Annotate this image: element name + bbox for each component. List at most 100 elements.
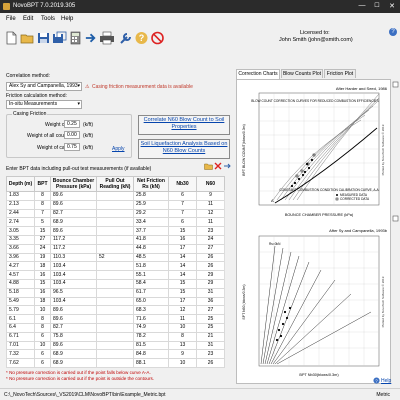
table-cell[interactable]: 89.6 (50, 340, 97, 351)
new-file-icon[interactable] (4, 31, 19, 45)
table-cell[interactable]: 19 (34, 252, 51, 263)
table-row[interactable]: 6.4 8 82.7 74.9 10 25 (6, 322, 225, 333)
table-row[interactable]: 6.71 6 75.8 78.2 8 21 (6, 331, 225, 342)
table-cell[interactable]: 89.6 (50, 191, 97, 201)
table-cell[interactable] (96, 349, 134, 360)
table-cell[interactable]: 29 (196, 270, 225, 280)
table-cell[interactable]: 12 (168, 305, 197, 316)
table-cell[interactable]: 89.6 (50, 226, 97, 236)
open-folder-icon[interactable] (20, 31, 35, 45)
minimize-icon[interactable]: — (356, 2, 368, 9)
table-cell[interactable]: 2.44 (6, 208, 35, 219)
table-cell[interactable]: 14 (168, 252, 197, 263)
table-row[interactable]: 4.57 16 103.4 55.1 14 29 (6, 270, 225, 280)
table-cell[interactable]: 14 (168, 270, 197, 280)
table-cell[interactable]: 9 (168, 349, 197, 360)
header-pressure[interactable]: Bounce Chamber Pressure (kPa) (50, 176, 97, 192)
table-cell[interactable] (96, 340, 134, 351)
table-cell[interactable]: 103.4 (50, 261, 97, 272)
header-nb30[interactable]: Nb30 (168, 176, 197, 192)
table-cell[interactable]: 8 (34, 322, 51, 333)
info-icon[interactable]: ? (389, 28, 397, 36)
table-cell[interactable]: 41.8 (133, 234, 169, 245)
calculator-icon[interactable] (68, 31, 83, 45)
table-row[interactable]: 3.66 24 117.2 44.8 17 27 (6, 243, 225, 254)
table-cell[interactable]: 6 (34, 349, 51, 360)
table-cell[interactable] (96, 305, 134, 316)
table-cell[interactable]: 26 (196, 252, 225, 263)
table-cell[interactable]: 24 (196, 234, 225, 245)
tab-friction-plot[interactable]: Friction Plot (324, 69, 356, 78)
table-cell[interactable] (96, 296, 134, 307)
stop-icon[interactable] (150, 31, 165, 45)
table-cell[interactable]: 7 (168, 199, 197, 210)
table-cell[interactable]: 25 (196, 314, 225, 324)
table-row[interactable]: 4.88 15 103.4 58.4 15 29 (6, 278, 225, 289)
table-cell[interactable]: 65.0 (133, 296, 169, 307)
table-row[interactable]: 6.1 8 89.6 71.6 11 25 (6, 314, 225, 324)
copy-chart2-icon[interactable] (392, 215, 400, 223)
table-cell[interactable] (96, 243, 134, 254)
print-icon[interactable] (99, 31, 115, 45)
table-cell[interactable]: 89.6 (50, 314, 97, 324)
table-cell[interactable]: 5.18 (6, 287, 35, 298)
table-cell[interactable]: 14 (168, 261, 197, 272)
table-cell[interactable]: 5 (34, 217, 51, 228)
weight-couplers-input[interactable] (64, 131, 80, 139)
table-cell[interactable]: 84.8 (133, 349, 169, 360)
table-cell[interactable]: 82.7 (50, 322, 97, 333)
menu-edit[interactable]: Edit (23, 16, 33, 22)
help-link[interactable]: Help (381, 378, 391, 384)
table-cell[interactable]: 7.62 (6, 358, 35, 368)
weight-casing-input[interactable] (64, 143, 80, 151)
table-cell[interactable] (96, 217, 134, 228)
table-cell[interactable]: 52 (96, 252, 134, 263)
header-net-friction[interactable]: Net Friction Rs (kN) (133, 176, 169, 192)
table-cell[interactable]: 48.5 (133, 252, 169, 263)
table-cell[interactable]: 4.88 (6, 278, 35, 289)
table-cell[interactable]: 68.9 (50, 349, 97, 360)
correlation-select[interactable]: Alex Sy and Campanella, 1993 ▾ (6, 82, 82, 91)
table-cell[interactable]: 103.4 (50, 270, 97, 280)
table-cell[interactable]: 18 (34, 296, 51, 307)
table-cell[interactable]: 58.4 (133, 278, 169, 289)
table-row[interactable]: 1.83 8 89.6 25.8 6 9 (6, 191, 225, 201)
table-cell[interactable]: 89.6 (50, 199, 97, 210)
table-cell[interactable]: 15 (34, 278, 51, 289)
table-cell[interactable]: 6 (168, 191, 197, 201)
table-cell[interactable]: 117.2 (50, 234, 97, 245)
table-cell[interactable]: 75.8 (50, 331, 97, 342)
friction-method-select[interactable]: In-situ Measurements ▾ (6, 100, 82, 109)
table-cell[interactable]: 15 (168, 278, 197, 289)
open-data-icon[interactable] (204, 162, 213, 170)
table-cell[interactable] (96, 261, 134, 272)
table-cell[interactable]: 3.96 (6, 252, 35, 263)
table-cell[interactable]: 89.6 (50, 305, 97, 316)
save-icon[interactable] (36, 31, 51, 45)
table-cell[interactable]: 5.49 (6, 296, 35, 307)
table-cell[interactable] (96, 331, 134, 342)
table-row[interactable]: 5.79 10 89.6 68.3 12 27 (6, 305, 225, 316)
table-cell[interactable]: 29 (196, 278, 225, 289)
table-cell[interactable]: 27 (196, 243, 225, 254)
table-cell[interactable]: 10 (34, 340, 51, 351)
table-cell[interactable]: 55.1 (133, 270, 169, 280)
delete-row-icon[interactable] (214, 162, 222, 170)
close-icon[interactable]: ✕ (386, 2, 398, 10)
save-as-icon[interactable] (52, 31, 67, 45)
table-cell[interactable]: 7 (34, 208, 51, 219)
table-cell[interactable]: 21 (196, 331, 225, 342)
table-cell[interactable] (96, 208, 134, 219)
table-cell[interactable]: 82.7 (50, 208, 97, 219)
table-cell[interactable]: 25.8 (133, 191, 169, 201)
table-cell[interactable] (96, 322, 134, 333)
table-cell[interactable]: 8 (168, 331, 197, 342)
table-cell[interactable]: 51.8 (133, 261, 169, 272)
table-cell[interactable]: 23 (196, 226, 225, 236)
table-cell[interactable]: 68.3 (133, 305, 169, 316)
table-cell[interactable] (96, 191, 134, 201)
header-pullout[interactable]: Pull Out Reading (kN) (96, 176, 134, 192)
table-cell[interactable] (96, 278, 134, 289)
table-cell[interactable]: 15 (168, 287, 197, 298)
table-cell[interactable]: 6 (34, 331, 51, 342)
